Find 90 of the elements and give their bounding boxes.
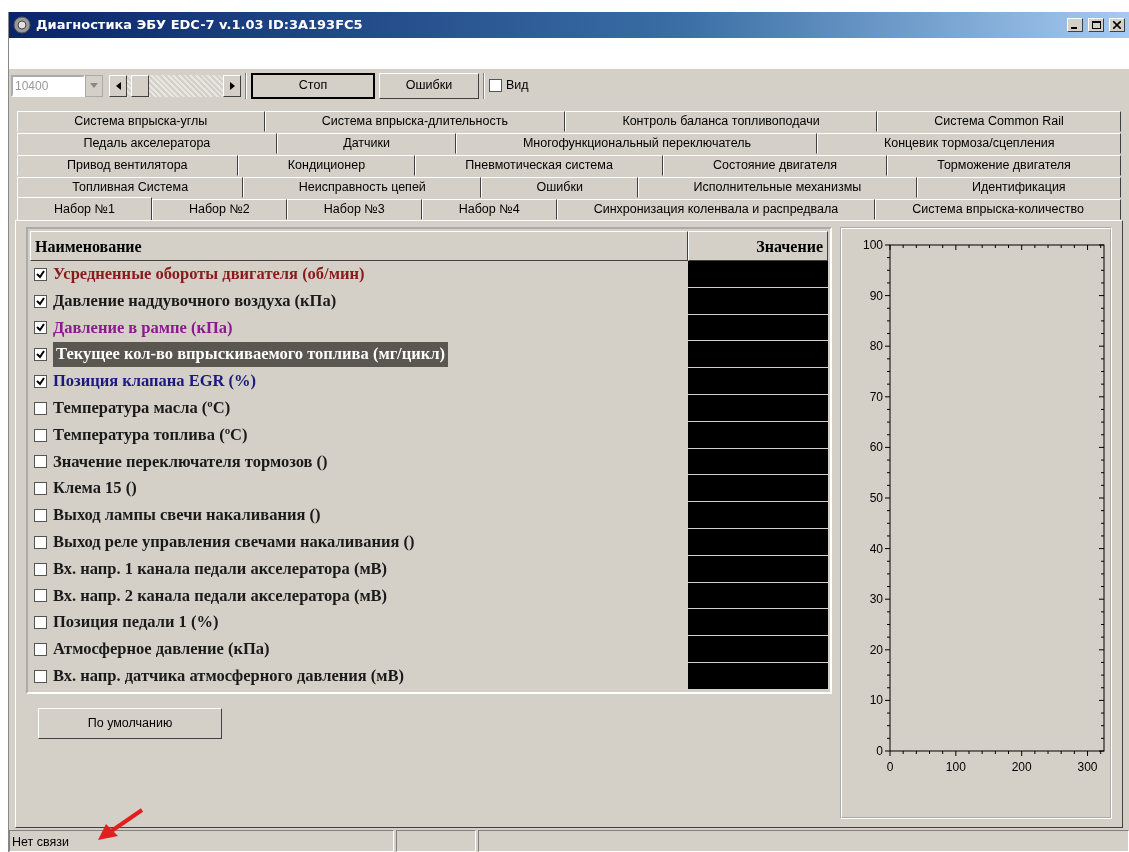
left-arrow-icon[interactable] xyxy=(115,81,121,90)
y-tick-label: 50 xyxy=(869,491,883,505)
row-checkbox[interactable] xyxy=(34,535,47,549)
close-button[interactable] xyxy=(1109,18,1125,32)
y-tick-label: 80 xyxy=(869,339,883,354)
y-tick-label: 60 xyxy=(869,440,883,455)
tab[interactable]: Ошибки xyxy=(481,177,639,198)
tab[interactable]: Кондиционер xyxy=(237,155,416,176)
y-tick-label: 20 xyxy=(869,642,883,657)
parameter-name: Температура топлива (ºC) xyxy=(53,424,248,444)
row-checkbox[interactable] xyxy=(34,589,47,603)
y-tick-label: 10 xyxy=(869,693,883,708)
view-checkbox[interactable] xyxy=(489,79,502,92)
parameter-name: Температура масла (ºC) xyxy=(53,398,231,417)
toolbar-button[interactable]: Ошибки xyxy=(379,72,479,99)
row-checkbox[interactable] xyxy=(34,562,47,576)
status-text: Нет связи xyxy=(9,830,394,852)
parameter-name: Давление в рампе (кПа) xyxy=(53,317,233,337)
minimize-button[interactable] xyxy=(1067,18,1083,32)
y-tick-label: 0 xyxy=(876,744,883,758)
parameter-name: Вх. напр. 2 канала педали акселератора (мВ) xyxy=(53,585,388,605)
y-tick-label: 40 xyxy=(869,541,883,556)
tab[interactable]: Датчики xyxy=(276,133,457,154)
tab[interactable]: Набор №4 xyxy=(421,199,557,220)
default-button[interactable]: По умолчанию xyxy=(38,707,222,739)
row-checkbox[interactable] xyxy=(34,401,47,415)
parameter-name: Выход лампы свечи накаливания () xyxy=(53,505,321,525)
parameter-name: Вх. напр. 1 канала педали акселератора (мВ) xyxy=(53,558,388,578)
tab[interactable]: Педаль акселератора xyxy=(17,133,277,154)
row-checkbox[interactable] xyxy=(34,616,47,630)
tab[interactable]: Контроль баланса топливоподачи xyxy=(565,111,877,132)
parameter-name: Вх. напр. датчика атмосферного давления (мВ) xyxy=(53,665,405,685)
row-checkbox[interactable] xyxy=(34,321,47,335)
right-arrow-icon[interactable] xyxy=(229,81,235,90)
tab[interactable]: Система впрыска-углы xyxy=(17,111,265,132)
y-tick-label: 30 xyxy=(869,592,883,607)
row-checkbox[interactable] xyxy=(34,267,47,281)
tab[interactable]: Состояние двигателя xyxy=(662,155,888,176)
column-header: Наименование xyxy=(30,231,688,261)
row-checkbox[interactable] xyxy=(34,643,47,657)
annotation-arrow xyxy=(96,808,144,842)
x-tick-label: 300 xyxy=(1077,760,1098,774)
row-checkbox[interactable] xyxy=(34,375,47,389)
tab[interactable]: Набор №3 xyxy=(286,199,422,220)
row-checkbox[interactable] xyxy=(34,455,47,469)
gear-icon xyxy=(13,16,31,34)
parameter-name: Позиция педали 1 (%) xyxy=(53,612,219,632)
tab[interactable]: Система Common Rail xyxy=(877,111,1121,132)
scrollbar[interactable] xyxy=(109,74,241,97)
x-tick-label: 100 xyxy=(945,760,966,774)
parameter-name: Значение переключателя тормозов () xyxy=(53,451,328,471)
row-checkbox[interactable] xyxy=(34,669,47,683)
row-checkbox[interactable] xyxy=(34,428,47,442)
row-checkbox[interactable] xyxy=(34,482,47,496)
tab[interactable]: Идентификация xyxy=(916,177,1121,198)
parameter-name: Текущее кол-во впрыскиваемого топлива (мг/цикл) xyxy=(56,344,445,364)
tab[interactable]: Торможение двигателя xyxy=(887,155,1121,176)
row-checkbox[interactable] xyxy=(34,348,47,362)
tab[interactable]: Неисправность цепей xyxy=(243,177,482,198)
parameter-name: Клема 15 () xyxy=(53,478,137,498)
tab[interactable]: Пневмотическая система xyxy=(415,155,663,176)
tab[interactable]: Синхронизация коленвала и распредвала xyxy=(556,199,876,220)
tab[interactable]: Топливная Система xyxy=(17,177,244,198)
parameter-name: Давление наддувочного воздуха (кПа) xyxy=(53,290,337,310)
row-checkbox[interactable] xyxy=(34,294,47,308)
window-title: Диагностика ЭБУ EDC-7 v.1.03 ID:3A193FC5 xyxy=(36,16,363,35)
checkbox-label: Вид xyxy=(506,77,529,95)
row-checkbox[interactable] xyxy=(34,509,47,523)
scroll-thumb[interactable] xyxy=(131,74,149,97)
tab[interactable]: Исполнительные механизмы xyxy=(638,177,917,198)
x-tick-label: 200 xyxy=(1011,760,1032,774)
y-tick-label: 90 xyxy=(869,288,883,303)
close-icon[interactable] xyxy=(1113,21,1121,29)
parameter-name: Атмосферное давление (кПа) xyxy=(53,639,270,659)
tab[interactable]: Система впрыска-длительность xyxy=(264,111,566,132)
parameter-name: Выход реле управления свечами накаливания () xyxy=(53,532,415,551)
toolbar-button[interactable]: Стоп xyxy=(251,72,375,99)
tab[interactable]: Многофункциональный переключатель xyxy=(456,133,818,154)
parameter-name: Позиция клапана EGR (%) xyxy=(53,371,257,391)
column-header: Значение xyxy=(688,231,828,261)
tab[interactable]: Набор №2 xyxy=(151,199,287,220)
dropdown-arrow-icon xyxy=(90,83,98,88)
tab[interactable]: Привод вентилятора xyxy=(17,155,238,176)
y-tick-label: 100 xyxy=(862,238,883,252)
x-tick-label: 0 xyxy=(886,760,894,774)
tab[interactable]: Концевик тормоза/сцепления xyxy=(817,133,1121,154)
tab[interactable]: Система впрыска-количество xyxy=(875,199,1121,220)
parameter-name: Усредненные обороты двигателя (об/мин) xyxy=(53,264,365,283)
y-tick-label: 70 xyxy=(869,389,883,404)
tab[interactable]: Набор №1 xyxy=(17,197,152,220)
